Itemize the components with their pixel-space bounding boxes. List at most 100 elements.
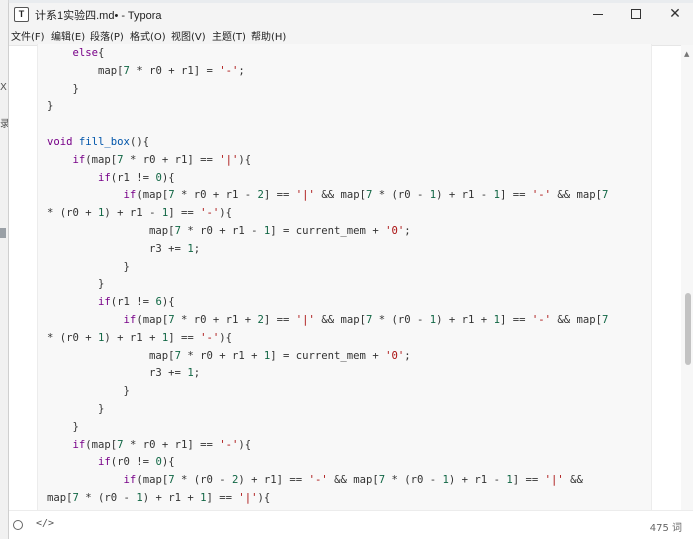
code-token: else — [72, 47, 99, 59]
maximize-button[interactable] — [617, 3, 655, 25]
code-token: } — [47, 403, 105, 415]
code-line: } — [47, 400, 104, 418]
code-block[interactable]: else{ map[7 * r0 + r1] = '-'; }} void fil… — [37, 44, 652, 511]
code-token: ] == — [512, 474, 545, 487]
code-token: ] = current_mem + — [270, 349, 386, 362]
code-token: ){ — [238, 438, 252, 451]
code-token: if — [98, 456, 111, 469]
code-token: ] == — [499, 189, 532, 202]
code-line: if(map[7 * r0 + r1] == '-'){ — [47, 436, 252, 454]
code-line: } — [47, 80, 79, 98]
code-token: map[ — [47, 349, 175, 362]
code-token: && map[ — [314, 314, 366, 326]
menu-help[interactable]: 帮助(H) — [251, 28, 286, 43]
typora-app-icon: T — [14, 7, 29, 22]
code-token: ) + r1 + — [436, 314, 494, 326]
code-line: * (r0 + 1) + r1 - 1] == '-'){ — [47, 204, 232, 222]
code-line: } — [47, 382, 130, 400]
code-token: map[ — [47, 225, 175, 237]
code-token: ) + r1] == — [238, 474, 309, 487]
source-code-toggle[interactable]: </> — [36, 518, 54, 529]
menu-format[interactable]: 格式(O) — [130, 28, 166, 43]
code-line: if(map[7 * r0 + r1 + 2] == '|' && map[7 … — [47, 311, 609, 329]
vertical-scrollbar[interactable] — [681, 45, 693, 510]
code-token: * (r0 + — [47, 207, 99, 220]
menu-file[interactable]: 文件(F) — [11, 28, 45, 43]
code-token: if — [123, 474, 137, 487]
typora-window: T 计系1实验四.md• - Typora ✕ 文件(F) 编辑(E) 段落(P… — [8, 3, 693, 540]
code-token: && map[ — [314, 189, 366, 202]
code-token: * (r0 - — [372, 314, 430, 326]
code-token: '-' — [219, 64, 239, 77]
code-line: else{ — [47, 44, 105, 62]
code-token: 7 — [602, 314, 609, 326]
close-button[interactable]: ✕ — [656, 3, 693, 25]
code-token: ){ — [161, 296, 175, 309]
code-line: if(r0 != 0){ — [47, 453, 175, 471]
title-bar[interactable]: T 计系1实验四.md• - Typora ✕ — [9, 3, 693, 25]
code-token: * r0 + r1 + — [180, 349, 264, 362]
code-token: } — [47, 385, 130, 398]
code-token: ] == — [499, 314, 532, 326]
code-token: '-' — [531, 189, 551, 202]
code-token: map[ — [47, 64, 124, 77]
code-token: ; — [404, 225, 411, 237]
code-token: ) + r1 - — [104, 207, 162, 220]
code-token: && map[ — [550, 314, 603, 326]
code-line: if(map[7 * (r0 - 2) + r1] == '-' && map[… — [47, 471, 583, 489]
code-token: ){ — [161, 456, 175, 469]
code-token: '-' — [531, 314, 551, 326]
menu-theme[interactable]: 主题(T) — [212, 28, 246, 43]
scrollbar-thumb[interactable] — [685, 293, 691, 365]
menu-bar: 文件(F) 编辑(E) 段落(P) 格式(O) 视图(V) 主题(T) 帮助(H… — [9, 25, 693, 45]
code-token: * r0 + r1 - — [174, 189, 258, 202]
code-token: '|' — [238, 492, 258, 504]
code-token: ) + r1 - — [436, 189, 494, 202]
code-token: '|' — [295, 189, 315, 202]
code-token: if — [123, 314, 137, 326]
code-token: * (r0 - — [78, 492, 137, 504]
code-line: if(r1 != 6){ — [47, 293, 175, 311]
code-token: '|' — [219, 153, 239, 166]
maximize-icon — [631, 9, 641, 19]
scroll-up-arrow-icon[interactable]: ▲ — [684, 50, 689, 58]
code-token: '|' — [544, 474, 564, 487]
circle-outline-icon[interactable] — [13, 520, 23, 530]
menu-paragraph[interactable]: 段落(P) — [90, 28, 124, 43]
code-token: ] == — [168, 331, 201, 344]
code-token: * r0 + r1 + — [174, 314, 258, 326]
code-token: (){ — [129, 136, 150, 148]
editor-area[interactable]: else{ map[7 * r0 + r1] = '-'; }} void fil… — [9, 44, 693, 511]
code-token: } — [47, 82, 79, 95]
code-line: } — [47, 418, 79, 436]
menu-view[interactable]: 视图(V) — [171, 28, 206, 43]
code-line: r3 += 1; — [47, 240, 200, 258]
code-token: if — [98, 171, 111, 184]
code-token: * (r0 + — [47, 331, 99, 344]
code-line: r3 += 1; — [47, 364, 200, 382]
code-line: map[7 * r0 + r1] = '-'; — [47, 62, 245, 80]
code-token: * r0 + r1] == — [123, 153, 220, 166]
code-line: } — [47, 97, 53, 115]
code-token: * r0 + r1] == — [123, 438, 220, 451]
menu-edit[interactable]: 编辑(E) — [51, 28, 85, 43]
minimize-button[interactable] — [579, 3, 617, 25]
code-token: ) + r1 - — [448, 474, 507, 487]
code-token: '-' — [219, 438, 239, 451]
code-token: * r0 + r1 - — [180, 225, 264, 237]
code-token: if — [123, 189, 137, 202]
code-token: } — [47, 260, 130, 273]
code-token: '-' — [200, 207, 220, 220]
code-token: if — [98, 296, 111, 309]
code-token: map[ — [47, 492, 73, 504]
word-count[interactable]: 475 词 — [650, 519, 682, 534]
code-token: if — [72, 438, 86, 451]
code-line: if(map[7 * r0 + r1] == '|'){ — [47, 151, 252, 169]
code-token: ) + r1 + — [142, 492, 201, 504]
code-token: (map[ — [85, 153, 118, 166]
